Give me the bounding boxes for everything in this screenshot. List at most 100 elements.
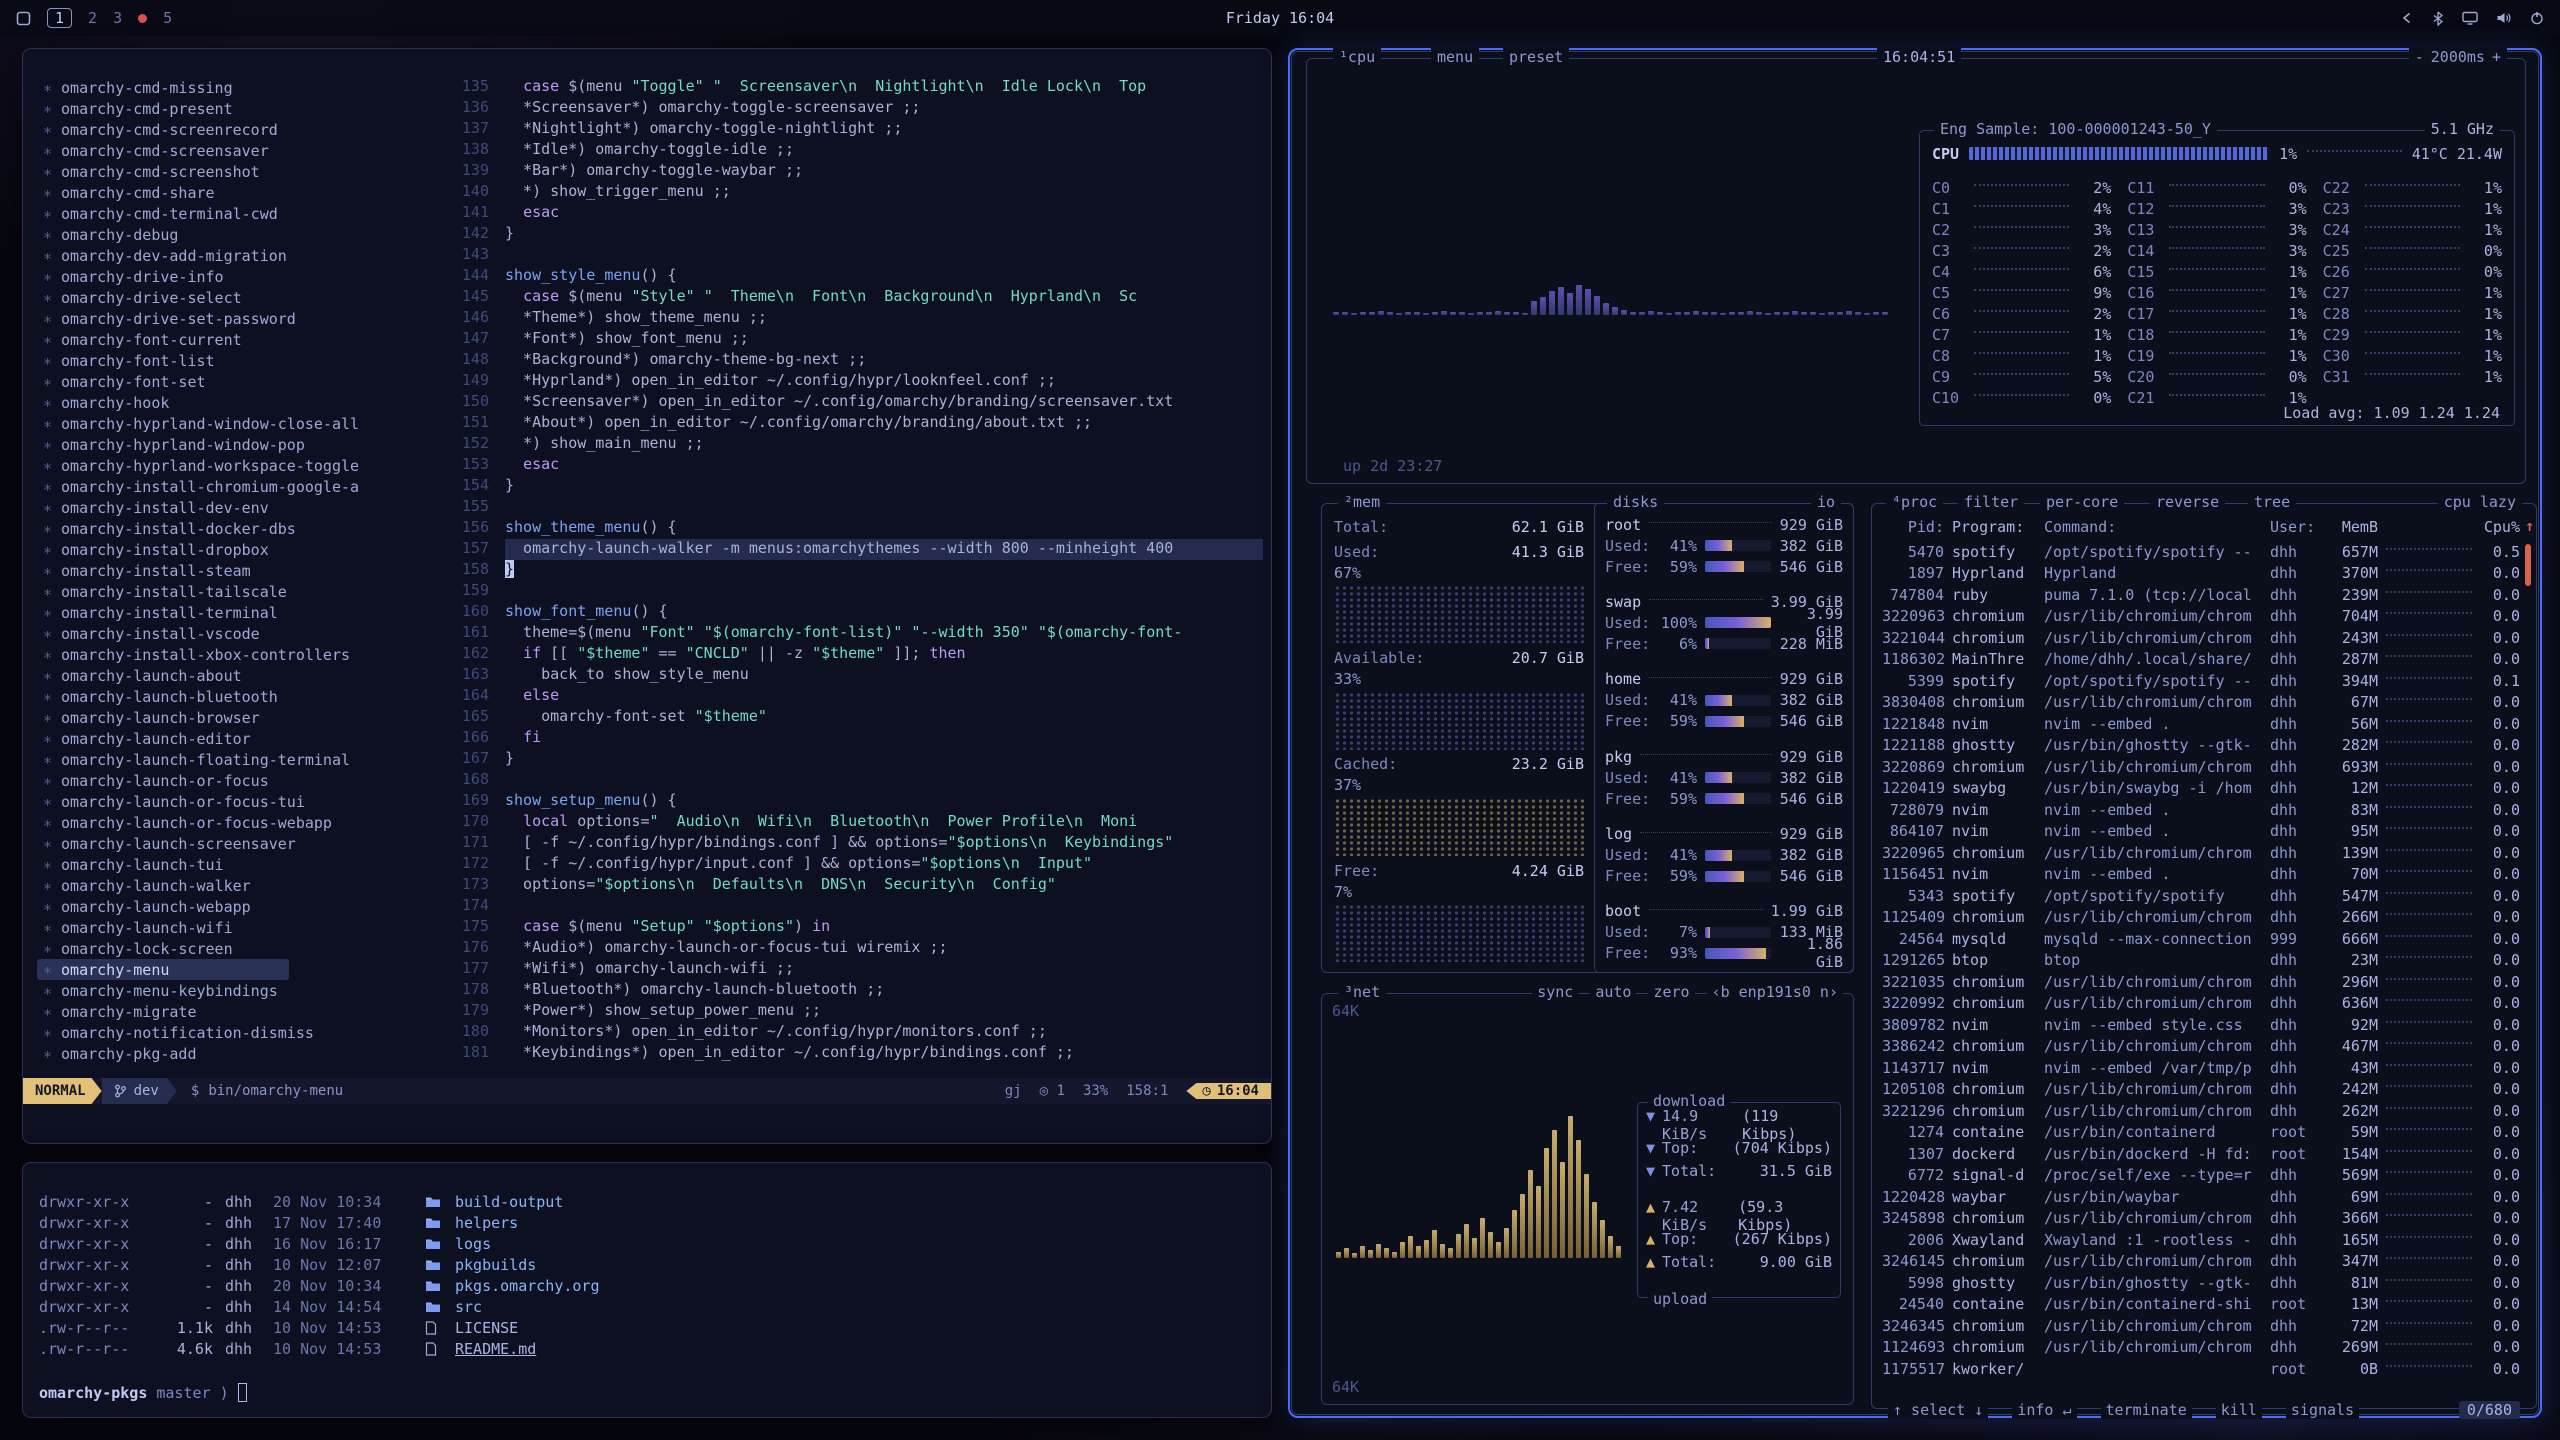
file-list-item[interactable]: ∗omarchy-launch-tui [37, 854, 365, 875]
file-list-item[interactable]: ∗omarchy-launch-floating-terminal [37, 749, 365, 770]
file-list-item[interactable]: ∗omarchy-cmd-share [37, 182, 365, 203]
process-row[interactable]: 1897HyprlandHyprlanddhh370M0.0 [1882, 563, 2520, 585]
code-editor[interactable]: 135 case $(menu "Toggle" " Screensaver\n… [447, 77, 1263, 1064]
file-list-item[interactable]: ∗omarchy-hyprland-window-pop [37, 434, 365, 455]
process-row[interactable]: 1220428waybar/usr/bin/waybardhh69M0.0 [1882, 1186, 2520, 1208]
disks-title[interactable]: disks [1607, 493, 1664, 511]
process-row[interactable]: 3386242chromium/usr/lib/chromium/chromdh… [1882, 1036, 2520, 1058]
net-zero-button[interactable]: zero [1648, 983, 1694, 1001]
file-list-item[interactable]: ∗omarchy-launch-bluetooth [37, 686, 365, 707]
proc-tree-button[interactable]: tree [2248, 493, 2296, 511]
process-table-header[interactable]: Pid: Program: Command: User: MemB Cpu% [1882, 518, 2520, 536]
interval-increase-button[interactable]: + [2492, 48, 2501, 66]
file-list-item[interactable]: ∗omarchy-launch-screensaver [37, 833, 365, 854]
proc-percore-button[interactable]: per-core [2040, 493, 2124, 511]
file-list-item[interactable]: ∗omarchy-migrate [37, 1001, 365, 1022]
file-list-item[interactable]: ∗omarchy-launch-or-focus-webapp [37, 812, 365, 833]
file-list-item[interactable]: ∗omarchy-hook [37, 392, 365, 413]
process-row[interactable]: 5998ghostty/usr/bin/ghostty --gtk-dhh81M… [1882, 1272, 2520, 1294]
process-row[interactable]: 3220992chromium/usr/lib/chromium/chromdh… [1882, 993, 2520, 1015]
cpu-box-title[interactable]: ¹cpu [1333, 48, 1381, 66]
workspace-2[interactable]: 2 [88, 9, 97, 27]
proc-terminate-button[interactable]: terminate [2101, 1401, 2192, 1419]
file-list-item[interactable]: ∗omarchy-cmd-present [37, 98, 365, 119]
file-list-item[interactable]: ∗omarchy-drive-info [37, 266, 365, 287]
file-list-item[interactable]: ∗omarchy-launch-browser [37, 707, 365, 728]
process-row[interactable]: 6772signal-d/proc/self/exe --type=rdhh56… [1882, 1165, 2520, 1187]
file-list-item[interactable]: ∗omarchy-hyprland-window-close-all [37, 413, 365, 434]
file-list-item[interactable]: ∗omarchy-launch-webapp [37, 896, 365, 917]
btop-preset-button[interactable]: preset [1503, 48, 1569, 66]
process-row[interactable]: 1143717nvimnvim --embed /var/tmp/pdhh43M… [1882, 1057, 2520, 1079]
shell-prompt[interactable]: omarchy-pkgs master ) [39, 1383, 247, 1402]
process-box-title[interactable]: ⁴proc [1886, 493, 1943, 511]
arrow-left-icon[interactable] [2400, 11, 2414, 25]
file-list-item[interactable]: ∗omarchy-menu-keybindings [37, 980, 365, 1001]
file-list-item[interactable]: ∗omarchy-install-xbox-controllers [37, 644, 365, 665]
process-row[interactable]: 3246345chromium/usr/lib/chromium/chromdh… [1882, 1315, 2520, 1337]
volume-icon[interactable] [2496, 11, 2512, 25]
process-row[interactable]: 3220963chromium/usr/lib/chromium/chromdh… [1882, 606, 2520, 628]
process-row[interactable]: 747804rubypuma 7.1.0 (tcp://localdhh239M… [1882, 584, 2520, 606]
process-row[interactable]: 1186302MainThre/home/dhh/.local/share/dh… [1882, 649, 2520, 671]
process-row[interactable]: 1274containe/usr/bin/containerdroot59M0.… [1882, 1122, 2520, 1144]
memory-box-title[interactable]: ²mem [1338, 493, 1386, 511]
workspace-1[interactable]: 1 [47, 8, 72, 28]
process-row[interactable]: 3830408chromium/usr/lib/chromium/chromdh… [1882, 692, 2520, 714]
process-row[interactable]: 864107nvimnvim --embed .dhh95M0.0 [1882, 821, 2520, 843]
file-list-item[interactable]: ∗omarchy-drive-select [37, 287, 365, 308]
file-list-item[interactable]: ∗omarchy-lock-screen [37, 938, 365, 959]
process-row[interactable]: 728079nvimnvim --embed .dhh83M0.0 [1882, 799, 2520, 821]
process-row[interactable]: 24540containe/usr/bin/containerd-shiroot… [1882, 1294, 2520, 1316]
file-list-item[interactable]: ∗omarchy-pkg-add [37, 1043, 365, 1064]
net-auto-button[interactable]: auto [1590, 983, 1636, 1001]
file-list-item[interactable]: ∗omarchy-launch-editor [37, 728, 365, 749]
process-row[interactable]: 3221044chromium/usr/lib/chromium/chromdh… [1882, 627, 2520, 649]
bluetooth-icon[interactable] [2432, 11, 2444, 26]
process-row[interactable]: 3246145chromium/usr/lib/chromium/chromdh… [1882, 1251, 2520, 1273]
file-list-item[interactable]: ∗omarchy-notification-dismiss [37, 1022, 365, 1043]
net-sync-button[interactable]: sync [1532, 983, 1578, 1001]
file-list-item[interactable]: ∗omarchy-cmd-missing [37, 77, 365, 98]
process-row[interactable]: 5399spotify/opt/spotify/spotify --dhh394… [1882, 670, 2520, 692]
proc-scroll-up-icon[interactable]: ↑ [2525, 517, 2534, 535]
process-row[interactable]: 3220869chromium/usr/lib/chromium/chromdh… [1882, 756, 2520, 778]
proc-scrollbar-thumb[interactable] [2525, 544, 2531, 586]
file-list-item[interactable]: ∗omarchy-launch-walker [37, 875, 365, 896]
file-list-item[interactable]: ∗omarchy-install-dev-env [37, 497, 365, 518]
net-interface-switcher[interactable]: ‹b enp191s0 n› [1707, 983, 1843, 1001]
network-box-title[interactable]: ³net [1338, 983, 1386, 1001]
process-row[interactable]: 3221035chromium/usr/lib/chromium/chromdh… [1882, 971, 2520, 993]
file-list-item[interactable]: ∗omarchy-font-set [37, 371, 365, 392]
process-row[interactable]: 3809782nvimnvim --embed style.cssdhh92M0… [1882, 1014, 2520, 1036]
proc-signals-button[interactable]: signals [2286, 1401, 2359, 1419]
btop-menu-button[interactable]: menu [1431, 48, 1479, 66]
process-row[interactable]: 24564mysqldmysqld --max-connection999666… [1882, 928, 2520, 950]
interval-decrease-button[interactable]: - [2415, 48, 2424, 66]
process-row[interactable]: 3221296chromium/usr/lib/chromium/chromdh… [1882, 1100, 2520, 1122]
process-row[interactable]: 1220419swaybg/usr/bin/swaybg -i /homdhh1… [1882, 778, 2520, 800]
proc-filter-button[interactable]: filter [1958, 493, 2024, 511]
process-row[interactable]: 1124693chromium/usr/lib/chromium/chromdh… [1882, 1337, 2520, 1359]
process-row[interactable]: 1221188ghostty/usr/bin/ghostty --gtk-dhh… [1882, 735, 2520, 757]
file-list-item[interactable]: ∗omarchy-launch-or-focus [37, 770, 365, 791]
file-list-item[interactable]: ∗omarchy-cmd-screenrecord [37, 119, 365, 140]
file-list-item[interactable]: ∗omarchy-launch-about [37, 665, 365, 686]
process-row[interactable]: 5343spotify/opt/spotify/spotifydhh547M0.… [1882, 885, 2520, 907]
proc-select-button[interactable]: ↑ select ↓ [1888, 1401, 1988, 1419]
file-list-item[interactable]: ∗omarchy-launch-or-focus-tui [37, 791, 365, 812]
file-list-item[interactable]: ∗omarchy-install-vscode [37, 623, 365, 644]
file-list-item[interactable]: ∗omarchy-launch-wifi [37, 917, 365, 938]
proc-kill-button[interactable]: kill [2216, 1401, 2262, 1419]
process-row[interactable]: 1125409chromium/usr/lib/chromium/chromdh… [1882, 907, 2520, 929]
process-row[interactable]: 3245898chromium/usr/lib/chromium/chromdh… [1882, 1208, 2520, 1230]
file-list-item[interactable]: ∗omarchy-install-tailscale [37, 581, 365, 602]
file-list-item[interactable]: ∗omarchy-install-terminal [37, 602, 365, 623]
power-icon[interactable] [2530, 11, 2544, 25]
process-row[interactable]: 5470spotify/opt/spotify/spotify --dhh657… [1882, 541, 2520, 563]
file-list-item[interactable]: ∗omarchy-install-dropbox [37, 539, 365, 560]
proc-sort-selector[interactable]: cpu lazy [2438, 493, 2522, 511]
workspace-3[interactable]: 3 [113, 9, 122, 27]
file-list-item[interactable]: ∗omarchy-menu [37, 959, 289, 980]
disks-io-toggle[interactable]: io [1811, 493, 1841, 511]
